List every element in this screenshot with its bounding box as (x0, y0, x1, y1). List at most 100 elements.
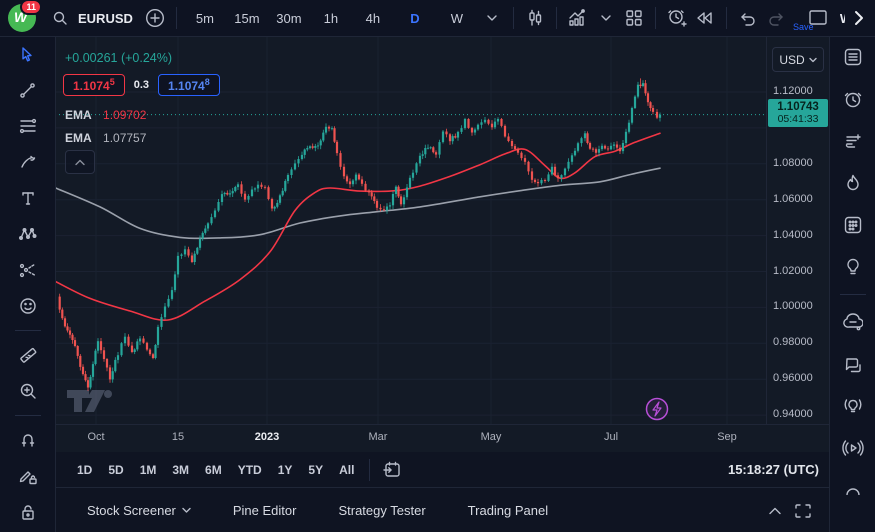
chat-bubbles-icon (843, 355, 863, 374)
price-tick-label: 0.96000 (773, 372, 813, 384)
range-1y-button[interactable]: 1Y (270, 459, 301, 481)
price-tick-label: 1.02000 (773, 265, 813, 277)
price-tick-label: 0.98000 (773, 336, 813, 348)
alerts-button[interactable] (839, 85, 867, 113)
undo-arrow-icon (738, 9, 758, 27)
grid-layout-icon (625, 9, 643, 27)
fib-tool-button[interactable] (14, 112, 42, 140)
text-notes-button[interactable] (839, 127, 867, 155)
last-price-value: 1.10743 (768, 101, 828, 113)
chevron-down-icon (487, 14, 497, 22)
lock-all-button[interactable] (14, 498, 42, 526)
trend-line-tool-button[interactable] (14, 76, 42, 104)
timeframe-1d-button[interactable]: D (394, 4, 436, 32)
timeframe-menu-button[interactable] (478, 4, 506, 32)
private-chats-button[interactable] (839, 350, 867, 378)
text-icon (20, 190, 36, 206)
symbol-search-button[interactable] (46, 4, 74, 32)
watchlist-button[interactable] (839, 43, 867, 71)
tab-strategy-tester[interactable]: Strategy Tester (328, 497, 435, 524)
timeframe-15m-button[interactable]: 15m (226, 4, 268, 32)
range-ytd-button[interactable]: YTD (230, 459, 270, 481)
bar-countdown: 05:41:33 (768, 113, 828, 125)
tab-stock-screener[interactable]: Stock Screener (77, 497, 201, 524)
range-1m-button[interactable]: 1M (132, 459, 165, 481)
timeframe-5m-button[interactable]: 5m (184, 4, 226, 32)
public-chats-button[interactable] (839, 308, 867, 336)
price-axis[interactable]: USD 1.10743 05:41:33 1.120001.080001.060… (766, 36, 830, 452)
symbol-name[interactable]: EURUSD (78, 11, 133, 26)
timeframe-1h-button[interactable]: 1h (310, 4, 352, 32)
range-all-button[interactable]: All (331, 459, 362, 481)
time-axis[interactable]: Oct152023MarMayJulSep (55, 424, 829, 453)
timeframe-4h-button[interactable]: 4h (352, 4, 394, 32)
legend-collapse-button[interactable] (65, 150, 95, 174)
range-3m-button[interactable]: 3M (164, 459, 197, 481)
streams-button[interactable] (839, 434, 867, 462)
sidebar-divider (840, 294, 866, 295)
magnet-mode-button[interactable] (14, 426, 42, 454)
sell-button[interactable]: 1.10745 (63, 74, 125, 96)
chat-cloud-icon (843, 313, 863, 332)
note-plus-icon (843, 131, 863, 151)
timeframe-1w-button[interactable]: W (436, 4, 478, 32)
layout-title[interactable]: Wealthy Edu (840, 11, 845, 26)
chevron-down-icon (809, 57, 817, 63)
ema-legend-row[interactable]: EMA 1.07757 (65, 131, 146, 145)
brush-tool-button[interactable] (14, 148, 42, 176)
emoji-smiley-icon (19, 297, 37, 315)
watchlist-icon (843, 47, 863, 67)
toolbar-separator (655, 7, 656, 29)
redo-button[interactable] (762, 4, 790, 32)
pattern-tool-button[interactable] (14, 220, 42, 248)
chart-style-button[interactable] (521, 4, 549, 32)
currency-toggle-button[interactable]: USD (772, 47, 824, 72)
go-to-date-button[interactable] (377, 456, 405, 484)
timeframe-30m-button[interactable]: 30m (268, 4, 310, 32)
session-clock[interactable]: 15:18:27 (UTC) (728, 462, 819, 477)
scroll-right-button[interactable] (845, 4, 873, 32)
bar-replay-button[interactable] (691, 4, 719, 32)
price-tick-label: 1.04000 (773, 229, 813, 241)
save-layout-link[interactable]: Save (793, 22, 814, 32)
panel-maximize-button[interactable] (789, 497, 817, 525)
zoom-in-icon (19, 382, 37, 400)
brush-icon (19, 154, 37, 170)
undo-button[interactable] (734, 4, 762, 32)
time-tick-label: Mar (358, 431, 398, 443)
tab-pine-editor[interactable]: Pine Editor (223, 497, 307, 524)
calendar-button[interactable] (839, 211, 867, 239)
ema-fast-value: 1.09702 (103, 108, 146, 122)
broker-logo[interactable]: W 11 (8, 4, 36, 32)
time-tick-label: 15 (158, 431, 198, 443)
notifications-button[interactable] (839, 476, 867, 504)
compare-add-button[interactable] (141, 4, 169, 32)
emoji-tool-button[interactable] (14, 292, 42, 320)
chevron-up-icon (769, 507, 781, 515)
drawing-lock-button[interactable] (14, 462, 42, 490)
tab-trading-panel[interactable]: Trading Panel (458, 497, 558, 524)
range-6m-button[interactable]: 6M (197, 459, 230, 481)
layout-grid-button[interactable] (620, 4, 648, 32)
zoom-in-tool-button[interactable] (14, 377, 42, 405)
hotlists-button[interactable] (839, 169, 867, 197)
text-tool-button[interactable] (14, 184, 42, 212)
ideas-stream-button[interactable] (839, 392, 867, 420)
xabcd-pattern-icon (19, 226, 37, 242)
lock-icon (20, 504, 36, 520)
cursor-tool-button[interactable] (14, 40, 42, 68)
create-alert-button[interactable] (663, 4, 691, 32)
time-tick-label: May (471, 431, 511, 443)
forecast-tool-button[interactable] (14, 256, 42, 284)
range-1d-button[interactable]: 1D (69, 459, 100, 481)
buy-button[interactable]: 1.10748 (158, 74, 220, 96)
indicators-menu-button[interactable] (592, 4, 620, 32)
range-5y-button[interactable]: 5Y (300, 459, 331, 481)
time-tick-label: Jul (591, 431, 631, 443)
measure-tool-button[interactable] (14, 341, 42, 369)
ema-legend-row[interactable]: EMA 1.09702 (65, 108, 146, 122)
my-ideas-button[interactable] (839, 253, 867, 281)
indicators-button[interactable] (564, 4, 592, 32)
range-5d-button[interactable]: 5D (100, 459, 131, 481)
panel-expand-button[interactable] (761, 497, 789, 525)
